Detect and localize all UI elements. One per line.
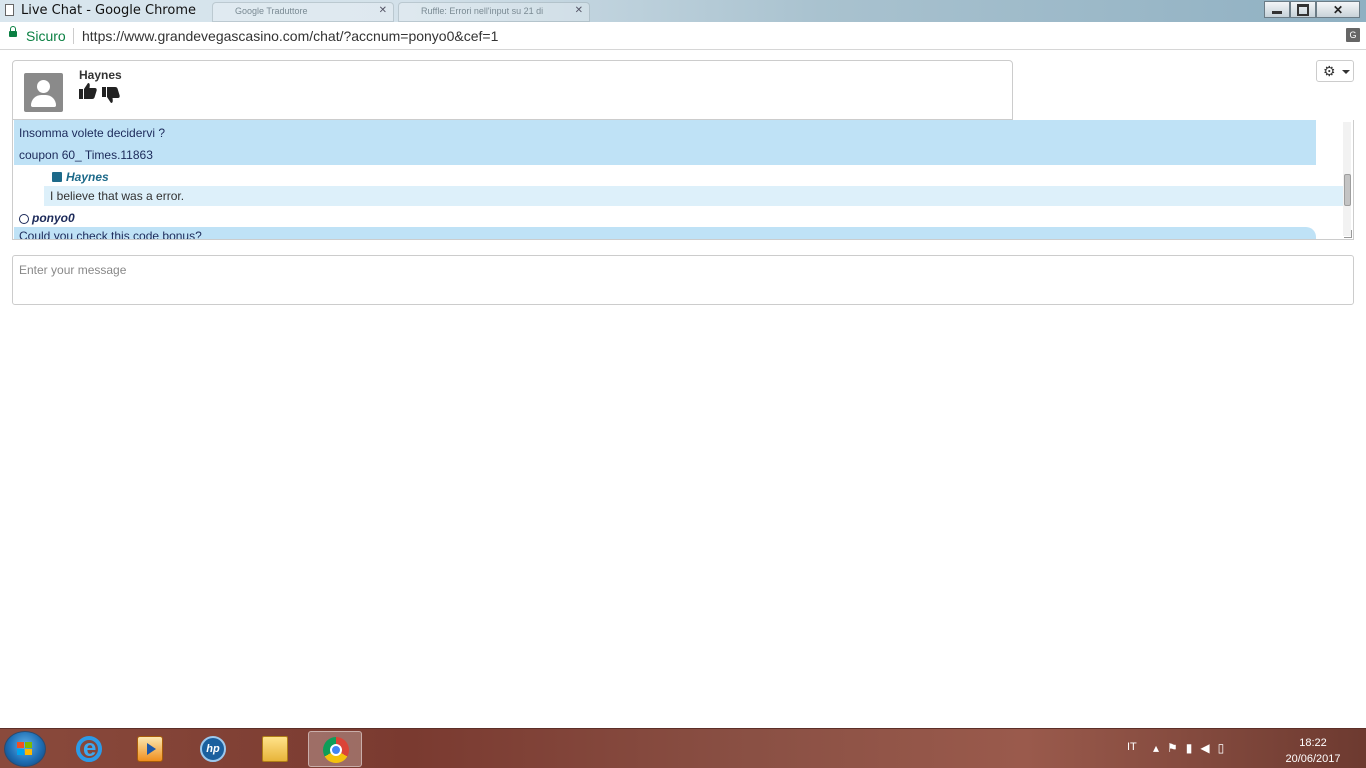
taskbar-app-chrome[interactable] [308,731,362,767]
folder-icon [262,736,288,762]
chat-header: Haynes [12,60,1013,120]
translate-icon[interactable]: G [1346,28,1360,42]
close-tab-icon[interactable]: ✕ [379,5,387,16]
agent-sender-name: Haynes [66,170,109,184]
browser-tab-label: Google Traduttore [235,6,308,16]
address-bar[interactable]: Sicuro https://www.grandevegascasino.com… [0,22,1366,50]
close-tab-icon[interactable]: ✕ [575,5,583,16]
chevron-down-icon [1342,70,1350,74]
clock[interactable]: 18:22 20/06/2017 [1282,735,1344,767]
agent-name: Haynes [79,68,122,82]
clock-date: 20/06/2017 [1285,753,1341,765]
visitor-sender: ponyo0 [19,211,75,225]
chrome-icon [323,737,349,763]
maximize-button[interactable] [1290,1,1316,18]
taskbar-app-hp[interactable]: hp [186,731,240,767]
taskbar-app-explorer[interactable] [248,731,302,767]
taskbar-app-media-player[interactable] [123,731,177,767]
internet-explorer-icon [76,735,102,763]
action-center-flag-icon[interactable]: ⚑ [1167,741,1186,755]
volume-icon[interactable]: ◀ [1200,741,1217,755]
message-text: I believe that was a error. [50,189,185,203]
lock-icon[interactable] [9,26,17,37]
message-input[interactable] [12,255,1354,305]
visitor-message: Insomma volete decidervi ? coupon 60_ Ti… [14,120,1316,165]
language-indicator[interactable]: IT [1127,741,1137,753]
scrollbar-thumb[interactable] [1344,174,1351,206]
agent-avatar [24,73,63,112]
divider [73,28,74,44]
gear-icon: ⚙ [1323,63,1336,79]
message-text: Could you check this code bonus? [19,229,202,240]
show-hidden-icons-icon[interactable]: ▴ [1153,741,1167,755]
taskbar-app-ie[interactable] [62,731,116,767]
page-icon [5,4,14,16]
system-tray[interactable]: ▴⚑▮◀▯ [1153,741,1232,755]
hp-icon: hp [200,736,226,762]
visitor-icon [19,214,29,224]
chat-messages[interactable]: Insomma volete decidervi ? coupon 60_ Ti… [12,120,1354,240]
clock-time: 18:22 [1299,737,1327,749]
browser-tab[interactable]: Ruffle: Errori nell'input su 21 di ✕ [398,2,590,22]
url-field[interactable]: https://www.grandevegascasino.com/chat/?… [82,28,498,44]
power-icon[interactable]: ▯ [1218,741,1233,755]
agent-icon [52,172,62,182]
agent-sender: Haynes [52,170,109,184]
start-button[interactable] [4,731,46,767]
browser-tab-label: Ruffle: Errori nell'input su 21 di [421,6,544,16]
settings-dropdown-button[interactable]: ⚙ [1316,60,1354,82]
resize-handle[interactable] [1344,230,1352,238]
message-text: Insomma volete decidervi ? [19,126,166,140]
scrollbar[interactable] [1343,122,1351,236]
window-title: Live Chat - Google Chrome [21,3,196,18]
windows-logo-icon [17,742,33,756]
browser-tab[interactable]: Google Traduttore ✕ [212,2,394,22]
agent-message: I believe that was a error. [44,186,1346,206]
visitor-message: Could you check this code bonus? [14,227,1316,240]
minimize-button[interactable] [1264,1,1290,18]
window-controls [1264,1,1360,19]
window-titlebar: Live Chat - Google Chrome Google Tradutt… [0,0,1366,22]
visitor-sender-name: ponyo0 [32,211,75,225]
message-text: coupon 60_ Times.11863 [19,148,153,162]
thumbs-up-icon[interactable] [79,83,97,103]
secure-label[interactable]: Sicuro [26,28,66,44]
close-window-button[interactable] [1316,1,1360,18]
thumbs-down-icon[interactable] [102,83,120,103]
media-player-icon [137,736,163,762]
taskbar: hp IT ▴⚑▮◀▯ 18:22 20/06/2017 [0,728,1366,768]
network-icon[interactable]: ▮ [1186,741,1201,755]
